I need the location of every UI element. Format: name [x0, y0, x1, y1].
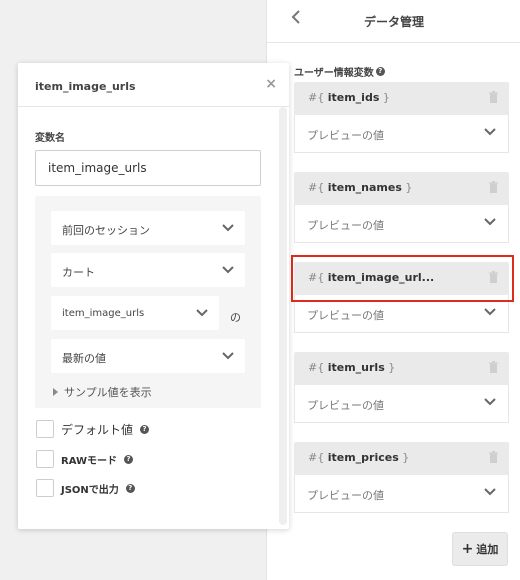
default-value-checkbox[interactable]: [36, 420, 54, 438]
caret-right-icon: [53, 388, 58, 396]
field-select[interactable]: item_image_urls: [51, 296, 219, 330]
variable-card-item-ids: #{ item_ids } プレビューの値: [294, 82, 509, 153]
value-select[interactable]: 最新の値: [51, 339, 245, 373]
json-output-label: JSONで出力: [61, 484, 119, 496]
chevron-down-icon: [484, 218, 496, 226]
chevron-down-icon: [484, 308, 496, 316]
preview-value: プレビューの値: [307, 219, 384, 232]
trash-icon[interactable]: [488, 91, 499, 104]
popup-header: item_image_urls ×: [18, 63, 289, 107]
preview-dropdown[interactable]: プレビューの値: [294, 115, 509, 153]
variable-name: #{ item_names }: [308, 181, 413, 194]
user-variables-section-label: ユーザー情報変数 ?: [294, 64, 385, 79]
cart-select[interactable]: カート: [51, 253, 245, 287]
variable-name-label: 変数名: [35, 133, 65, 144]
trash-icon[interactable]: [488, 271, 499, 284]
chevron-down-icon: [484, 488, 496, 496]
show-sample-label: サンプル値を表示: [64, 386, 152, 399]
chevron-down-icon: [222, 224, 234, 232]
trash-icon[interactable]: [488, 451, 499, 464]
cart-select-value: カート: [62, 266, 95, 279]
value-select-value: 最新の値: [62, 352, 106, 365]
preview-value: プレビューの値: [307, 399, 384, 412]
help-icon[interactable]: ?: [125, 483, 135, 493]
of-label: の: [230, 311, 241, 324]
variable-name: #{ item_prices }: [308, 451, 410, 464]
preview-value: プレビューの値: [307, 309, 384, 322]
preview-dropdown[interactable]: プレビューの値: [294, 295, 509, 333]
popup-scrollbar[interactable]: [279, 107, 287, 525]
default-value-row: デフォルト値 ?: [36, 420, 150, 438]
chevron-down-icon: [196, 309, 208, 317]
preview-value: プレビューの値: [307, 489, 384, 502]
variable-name: #{ item_urls }: [308, 361, 396, 374]
section-label-text: ユーザー情報変数: [294, 68, 374, 79]
variable-card-item-urls: #{ item_urls } プレビューの値: [294, 352, 509, 423]
json-output-checkbox[interactable]: [36, 479, 54, 497]
panel-header: データ管理: [267, 0, 520, 43]
chevron-down-icon: [222, 266, 234, 274]
popup-title: item_image_urls: [35, 80, 136, 93]
preview-dropdown[interactable]: プレビューの値: [294, 475, 509, 513]
preview-dropdown[interactable]: プレビューの値: [294, 385, 509, 423]
variable-card-item-image-urls: #{ item_image_url... プレビューの値: [294, 262, 509, 333]
plus-icon: +: [461, 541, 474, 557]
chevron-down-icon: [222, 352, 234, 360]
variable-editor-popup: item_image_urls × 変数名 前回のセッション カート item_…: [18, 63, 289, 529]
json-output-row: JSONで出力 ?: [36, 479, 135, 497]
add-button-label: 追加: [476, 543, 499, 556]
variable-card-header[interactable]: #{ item_ids }: [294, 82, 509, 115]
add-variable-button[interactable]: + 追加: [452, 532, 508, 566]
variable-card-header[interactable]: #{ item_prices }: [294, 442, 509, 475]
session-select-value: 前回のセッション: [62, 224, 150, 237]
show-sample-toggle[interactable]: サンプル値を表示: [53, 384, 152, 400]
chevron-down-icon: [484, 128, 496, 136]
data-management-panel: データ管理 ユーザー情報変数 ? #{ item_ids } プレビューの値 #…: [266, 0, 520, 580]
panel-title: データ管理: [363, 15, 424, 29]
trash-icon[interactable]: [488, 361, 499, 374]
variable-name: #{ item_image_url...: [308, 271, 435, 284]
raw-mode-checkbox[interactable]: [36, 450, 54, 468]
session-select[interactable]: 前回のセッション: [51, 211, 245, 245]
close-icon[interactable]: ×: [265, 76, 277, 92]
variable-card-header[interactable]: #{ item_image_url...: [294, 262, 509, 295]
field-select-value: item_image_urls: [62, 308, 145, 319]
preview-dropdown[interactable]: プレビューの値: [294, 205, 509, 243]
default-value-label: デフォルト値: [61, 422, 134, 437]
variable-card-header[interactable]: #{ item_names }: [294, 172, 509, 205]
variable-card-item-names: #{ item_names } プレビューの値: [294, 172, 509, 243]
variable-card-item-prices: #{ item_prices } プレビューの値: [294, 442, 509, 513]
chevron-down-icon: [484, 398, 496, 406]
raw-mode-row: RAWモード ?: [36, 450, 134, 468]
variable-name: #{ item_ids }: [308, 91, 390, 104]
help-icon[interactable]: ?: [124, 454, 134, 464]
variable-name-input[interactable]: [35, 150, 261, 186]
help-icon[interactable]: ?: [140, 424, 150, 434]
trash-icon[interactable]: [488, 181, 499, 194]
help-icon[interactable]: ?: [375, 67, 385, 76]
raw-mode-label: RAWモード: [61, 455, 118, 467]
variable-card-header[interactable]: #{ item_urls }: [294, 352, 509, 385]
preview-value: プレビューの値: [307, 129, 384, 142]
